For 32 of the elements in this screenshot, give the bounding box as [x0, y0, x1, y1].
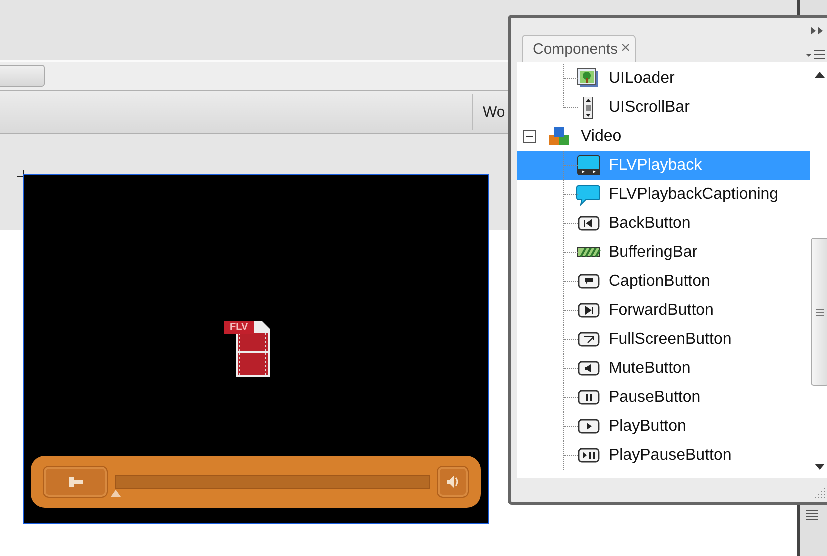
tree-item[interactable]: UIScrollBar [517, 93, 810, 122]
speaker-icon [445, 474, 461, 490]
components-tab[interactable]: Components × [522, 35, 636, 62]
tree-item[interactable]: BackButton [517, 209, 810, 238]
tree-item[interactable]: FullScreenButton [517, 325, 810, 354]
play-button[interactable] [43, 466, 108, 498]
tree-item[interactable]: Video [517, 122, 810, 151]
tree-item[interactable]: ForwardButton [517, 296, 810, 325]
scroll-up-icon[interactable] [815, 72, 825, 78]
speech-bubble-icon [576, 184, 602, 206]
video-player[interactable]: FLV [23, 174, 489, 524]
collapse-arrows-icon[interactable] [810, 26, 824, 36]
collapse-toggle-icon[interactable] [523, 130, 536, 143]
seek-thumb[interactable] [111, 490, 121, 497]
scrollbar-thumb[interactable] [811, 238, 827, 386]
close-button[interactable]: × [621, 40, 630, 58]
video-player-icon [576, 154, 602, 176]
volume-button[interactable] [437, 466, 469, 498]
play-icon [68, 476, 84, 488]
tree-item[interactable]: BufferingBar [517, 238, 810, 267]
tree-item[interactable]: FLVPlaybackCaptioning [517, 180, 810, 209]
tree-item[interactable]: PlayPauseButton [517, 441, 810, 470]
tree-item[interactable]: MuteButton [517, 354, 810, 383]
resize-grip-icon[interactable] [814, 486, 826, 498]
document-tab[interactable]: Wo [483, 104, 506, 120]
tree-item[interactable]: PlayButton [517, 412, 810, 441]
tree-item[interactable]: PauseButton [517, 383, 810, 412]
panel-menu-icon[interactable] [806, 49, 826, 61]
tree-item[interactable]: CaptionButton [517, 267, 810, 296]
scroll-down-icon[interactable] [815, 464, 825, 470]
toolbar-button[interactable] [0, 65, 45, 87]
tab-label: Components [533, 40, 618, 58]
